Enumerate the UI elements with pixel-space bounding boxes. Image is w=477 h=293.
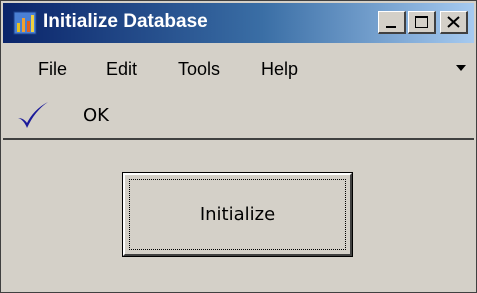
maximize-button[interactable] bbox=[408, 11, 436, 34]
menu-file[interactable]: File bbox=[38, 59, 67, 80]
menu-edit[interactable]: Edit bbox=[106, 59, 137, 80]
close-icon bbox=[447, 16, 460, 28]
app-window: Initialize Database File Edit Tools Help bbox=[0, 0, 477, 293]
minimize-icon bbox=[386, 26, 396, 28]
title-bar[interactable]: Initialize Database bbox=[3, 3, 474, 43]
menu-help[interactable]: Help bbox=[261, 59, 298, 80]
chevron-down-icon[interactable] bbox=[456, 65, 466, 71]
minimize-button[interactable] bbox=[378, 11, 406, 34]
menu-bar: File Edit Tools Help bbox=[3, 49, 474, 89]
status-bar: OK bbox=[3, 93, 474, 140]
initialize-button[interactable]: Initialize bbox=[122, 172, 353, 257]
window-title: Initialize Database bbox=[43, 11, 208, 32]
close-button[interactable] bbox=[440, 11, 468, 34]
initialize-label: Initialize bbox=[199, 204, 276, 225]
status-text: OK bbox=[83, 105, 109, 126]
app-icon bbox=[13, 11, 37, 35]
checkmark-icon bbox=[18, 102, 48, 128]
menu-tools[interactable]: Tools bbox=[178, 59, 220, 80]
maximize-icon bbox=[415, 16, 428, 28]
